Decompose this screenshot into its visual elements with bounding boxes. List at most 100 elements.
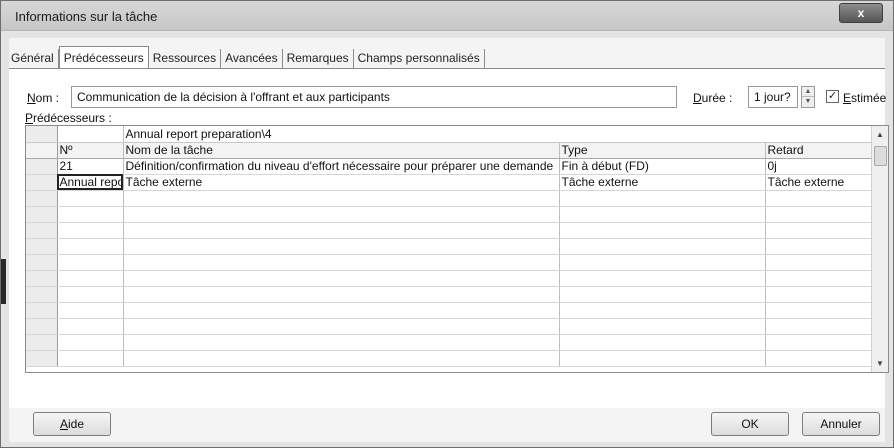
duration-spinner[interactable]: ▲ ▼ bbox=[801, 86, 815, 108]
row-header[interactable] bbox=[26, 302, 58, 319]
lag-cell[interactable]: 0j bbox=[765, 158, 872, 175]
duration-label: Durée : bbox=[693, 91, 733, 105]
predecessors-grid: Annual report preparation\4 Nº Nom de la… bbox=[25, 125, 889, 373]
empty-cell[interactable] bbox=[57, 318, 124, 335]
row-header bbox=[26, 142, 58, 159]
dialog-title: Informations sur la tâche bbox=[15, 9, 158, 24]
type-cell[interactable]: Fin à début (FD) bbox=[559, 158, 766, 175]
row-header[interactable] bbox=[26, 254, 58, 271]
cancel-button[interactable]: Annuler bbox=[802, 412, 880, 436]
col-header-id[interactable]: Nº bbox=[57, 142, 124, 159]
tab-general[interactable]: Général bbox=[9, 49, 59, 69]
empty-cell[interactable] bbox=[123, 286, 560, 303]
id-cell-selected[interactable]: Annual report preparation bbox=[57, 174, 124, 191]
row-header[interactable] bbox=[26, 350, 58, 367]
empty-cell[interactable] bbox=[559, 238, 766, 255]
empty-cell[interactable] bbox=[765, 222, 872, 239]
empty-cell[interactable] bbox=[123, 302, 560, 319]
tab-notes[interactable]: Remarques bbox=[283, 49, 354, 69]
row-header[interactable] bbox=[26, 158, 58, 175]
predecessors-label: Prédécesseurs : bbox=[25, 111, 112, 125]
row-header[interactable] bbox=[26, 238, 58, 255]
empty-row bbox=[26, 318, 872, 335]
empty-cell[interactable] bbox=[559, 270, 766, 287]
lag-cell[interactable]: Tâche externe bbox=[765, 174, 872, 191]
scroll-down-icon[interactable]: ▼ bbox=[872, 355, 888, 372]
empty-cell[interactable] bbox=[57, 254, 124, 271]
empty-cell[interactable] bbox=[559, 206, 766, 223]
scroll-thumb[interactable] bbox=[874, 146, 887, 166]
vertical-scrollbar[interactable]: ▲ ▼ bbox=[871, 126, 888, 372]
type-cell[interactable]: Tâche externe bbox=[559, 174, 766, 191]
ok-button[interactable]: OK bbox=[711, 412, 789, 436]
empty-cell[interactable] bbox=[123, 334, 560, 351]
empty-row bbox=[26, 206, 872, 223]
col-header-task[interactable]: Nom de la tâche bbox=[123, 142, 560, 159]
row-header[interactable] bbox=[26, 334, 58, 351]
empty-cell[interactable] bbox=[57, 334, 124, 351]
empty-cell[interactable] bbox=[57, 286, 124, 303]
estimated-checkbox[interactable]: ✓ bbox=[826, 90, 839, 103]
id-cell[interactable]: 21 bbox=[57, 158, 124, 175]
row-header[interactable] bbox=[26, 222, 58, 239]
empty-cell[interactable] bbox=[765, 254, 872, 271]
empty-cell[interactable] bbox=[559, 302, 766, 319]
empty-cell[interactable] bbox=[559, 190, 766, 207]
close-button[interactable]: x bbox=[839, 3, 883, 23]
empty-cell[interactable] bbox=[559, 222, 766, 239]
window-edge-marker bbox=[1, 259, 6, 304]
empty-cell[interactable] bbox=[559, 334, 766, 351]
empty-cell[interactable] bbox=[57, 238, 124, 255]
empty-cell[interactable] bbox=[559, 350, 766, 367]
col-header-lag[interactable]: Retard bbox=[765, 142, 872, 159]
task-name-input[interactable]: Communication de la décision à l'offrant… bbox=[71, 86, 677, 108]
table-row: Annual report preparation Tâche externe … bbox=[26, 174, 872, 191]
empty-cell[interactable] bbox=[123, 254, 560, 271]
row-header[interactable] bbox=[26, 318, 58, 335]
empty-cell[interactable] bbox=[765, 238, 872, 255]
empty-cell[interactable] bbox=[765, 270, 872, 287]
empty-cell[interactable] bbox=[123, 238, 560, 255]
col-header-type[interactable]: Type bbox=[559, 142, 766, 159]
spin-up-icon[interactable]: ▲ bbox=[802, 87, 814, 97]
row-header[interactable] bbox=[26, 206, 58, 223]
empty-cell[interactable] bbox=[765, 190, 872, 207]
tab-predecessors[interactable]: Prédécesseurs bbox=[58, 46, 149, 70]
tab-resources[interactable]: Ressources bbox=[149, 49, 222, 69]
empty-cell[interactable] bbox=[123, 350, 560, 367]
empty-cell[interactable] bbox=[765, 286, 872, 303]
task-cell[interactable]: Tâche externe bbox=[123, 174, 560, 191]
empty-cell[interactable] bbox=[765, 334, 872, 351]
empty-cell[interactable] bbox=[559, 318, 766, 335]
empty-cell[interactable] bbox=[559, 286, 766, 303]
empty-cell[interactable] bbox=[57, 222, 124, 239]
task-cell[interactable]: Définition/confirmation du niveau d'effo… bbox=[123, 158, 560, 175]
scroll-up-icon[interactable]: ▲ bbox=[872, 126, 888, 143]
empty-cell[interactable] bbox=[123, 190, 560, 207]
duration-input[interactable]: 1 jour? bbox=[748, 86, 798, 108]
tab-custom-fields[interactable]: Champs personnalisés bbox=[354, 49, 485, 69]
empty-cell[interactable] bbox=[123, 206, 560, 223]
empty-cell[interactable] bbox=[123, 222, 560, 239]
empty-cell[interactable] bbox=[765, 302, 872, 319]
empty-cell[interactable] bbox=[57, 206, 124, 223]
empty-cell[interactable] bbox=[123, 318, 560, 335]
help-button[interactable]: Aide bbox=[33, 412, 111, 436]
empty-cell[interactable] bbox=[57, 190, 124, 207]
empty-cell[interactable] bbox=[123, 270, 560, 287]
empty-cell[interactable] bbox=[57, 302, 124, 319]
empty-row bbox=[26, 222, 872, 239]
row-header[interactable] bbox=[26, 190, 58, 207]
project-name-cell: Annual report preparation\4 bbox=[123, 126, 872, 143]
empty-cell[interactable] bbox=[559, 254, 766, 271]
empty-cell[interactable] bbox=[57, 350, 124, 367]
empty-cell[interactable] bbox=[57, 270, 124, 287]
tab-advanced[interactable]: Avancées bbox=[221, 49, 283, 69]
empty-cell[interactable] bbox=[765, 350, 872, 367]
row-header[interactable] bbox=[26, 270, 58, 287]
row-header[interactable] bbox=[26, 286, 58, 303]
spin-down-icon[interactable]: ▼ bbox=[802, 97, 814, 107]
empty-cell[interactable] bbox=[765, 318, 872, 335]
empty-cell[interactable] bbox=[765, 206, 872, 223]
row-header[interactable] bbox=[26, 174, 58, 191]
